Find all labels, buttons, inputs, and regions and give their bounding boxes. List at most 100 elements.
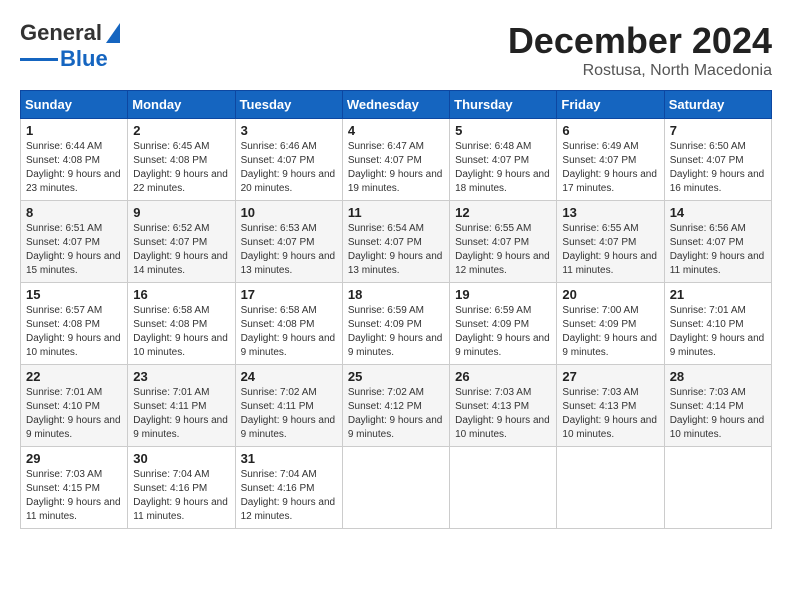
weekday-header-row: SundayMondayTuesdayWednesdayThursdayFrid… xyxy=(21,91,772,119)
day-cell: 26 Sunrise: 7:03 AM Sunset: 4:13 PM Dayl… xyxy=(450,365,557,447)
day-info: Sunrise: 7:04 AM Sunset: 4:16 PM Dayligh… xyxy=(133,468,229,524)
day-info: Sunrise: 7:02 AM Sunset: 4:12 PM Dayligh… xyxy=(348,386,444,442)
day-info: Sunrise: 6:47 AM Sunset: 4:07 PM Dayligh… xyxy=(348,140,444,196)
day-info: Sunrise: 6:53 AM Sunset: 4:07 PM Dayligh… xyxy=(241,222,337,278)
day-info: Sunrise: 6:49 AM Sunset: 4:07 PM Dayligh… xyxy=(562,140,658,196)
day-cell: 25 Sunrise: 7:02 AM Sunset: 4:12 PM Dayl… xyxy=(342,365,449,447)
day-cell: 23 Sunrise: 7:01 AM Sunset: 4:11 PM Dayl… xyxy=(128,365,235,447)
day-number: 11 xyxy=(348,205,444,220)
day-info: Sunrise: 6:55 AM Sunset: 4:07 PM Dayligh… xyxy=(562,222,658,278)
week-row-3: 15 Sunrise: 6:57 AM Sunset: 4:08 PM Dayl… xyxy=(21,283,772,365)
week-row-1: 1 Sunrise: 6:44 AM Sunset: 4:08 PM Dayli… xyxy=(21,119,772,201)
month-title: December 2024 xyxy=(508,20,772,62)
day-number: 17 xyxy=(241,287,337,302)
day-number: 14 xyxy=(670,205,766,220)
day-number: 4 xyxy=(348,123,444,138)
day-info: Sunrise: 7:03 AM Sunset: 4:14 PM Dayligh… xyxy=(670,386,766,442)
day-info: Sunrise: 7:03 AM Sunset: 4:13 PM Dayligh… xyxy=(455,386,551,442)
day-number: 29 xyxy=(26,451,122,466)
day-cell: 15 Sunrise: 6:57 AM Sunset: 4:08 PM Dayl… xyxy=(21,283,128,365)
day-info: Sunrise: 7:03 AM Sunset: 4:13 PM Dayligh… xyxy=(562,386,658,442)
day-number: 7 xyxy=(670,123,766,138)
day-number: 5 xyxy=(455,123,551,138)
day-number: 8 xyxy=(26,205,122,220)
day-cell: 24 Sunrise: 7:02 AM Sunset: 4:11 PM Dayl… xyxy=(235,365,342,447)
day-info: Sunrise: 6:55 AM Sunset: 4:07 PM Dayligh… xyxy=(455,222,551,278)
day-cell: 29 Sunrise: 7:03 AM Sunset: 4:15 PM Dayl… xyxy=(21,447,128,529)
weekday-header-monday: Monday xyxy=(128,91,235,119)
day-number: 25 xyxy=(348,369,444,384)
day-cell: 20 Sunrise: 7:00 AM Sunset: 4:09 PM Dayl… xyxy=(557,283,664,365)
day-number: 22 xyxy=(26,369,122,384)
day-info: Sunrise: 6:51 AM Sunset: 4:07 PM Dayligh… xyxy=(26,222,122,278)
day-info: Sunrise: 7:03 AM Sunset: 4:15 PM Dayligh… xyxy=(26,468,122,524)
day-cell: 12 Sunrise: 6:55 AM Sunset: 4:07 PM Dayl… xyxy=(450,201,557,283)
day-cell: 9 Sunrise: 6:52 AM Sunset: 4:07 PM Dayli… xyxy=(128,201,235,283)
day-info: Sunrise: 6:59 AM Sunset: 4:09 PM Dayligh… xyxy=(455,304,551,360)
weekday-header-wednesday: Wednesday xyxy=(342,91,449,119)
day-number: 18 xyxy=(348,287,444,302)
day-info: Sunrise: 6:46 AM Sunset: 4:07 PM Dayligh… xyxy=(241,140,337,196)
day-info: Sunrise: 6:45 AM Sunset: 4:08 PM Dayligh… xyxy=(133,140,229,196)
day-number: 23 xyxy=(133,369,229,384)
day-number: 26 xyxy=(455,369,551,384)
day-info: Sunrise: 6:54 AM Sunset: 4:07 PM Dayligh… xyxy=(348,222,444,278)
day-number: 12 xyxy=(455,205,551,220)
day-cell: 6 Sunrise: 6:49 AM Sunset: 4:07 PM Dayli… xyxy=(557,119,664,201)
day-cell: 17 Sunrise: 6:58 AM Sunset: 4:08 PM Dayl… xyxy=(235,283,342,365)
day-info: Sunrise: 6:52 AM Sunset: 4:07 PM Dayligh… xyxy=(133,222,229,278)
day-info: Sunrise: 6:56 AM Sunset: 4:07 PM Dayligh… xyxy=(670,222,766,278)
day-cell: 1 Sunrise: 6:44 AM Sunset: 4:08 PM Dayli… xyxy=(21,119,128,201)
day-cell: 13 Sunrise: 6:55 AM Sunset: 4:07 PM Dayl… xyxy=(557,201,664,283)
day-info: Sunrise: 6:48 AM Sunset: 4:07 PM Dayligh… xyxy=(455,140,551,196)
logo: General Blue xyxy=(20,20,120,72)
day-cell: 5 Sunrise: 6:48 AM Sunset: 4:07 PM Dayli… xyxy=(450,119,557,201)
day-cell: 8 Sunrise: 6:51 AM Sunset: 4:07 PM Dayli… xyxy=(21,201,128,283)
calendar-table: SundayMondayTuesdayWednesdayThursdayFrid… xyxy=(20,90,772,529)
day-cell: 27 Sunrise: 7:03 AM Sunset: 4:13 PM Dayl… xyxy=(557,365,664,447)
title-section: December 2024 Rostusa, North Macedonia xyxy=(508,20,772,80)
day-cell: 3 Sunrise: 6:46 AM Sunset: 4:07 PM Dayli… xyxy=(235,119,342,201)
day-cell: 21 Sunrise: 7:01 AM Sunset: 4:10 PM Dayl… xyxy=(664,283,771,365)
day-number: 28 xyxy=(670,369,766,384)
day-cell: 10 Sunrise: 6:53 AM Sunset: 4:07 PM Dayl… xyxy=(235,201,342,283)
day-number: 20 xyxy=(562,287,658,302)
day-number: 10 xyxy=(241,205,337,220)
day-cell: 14 Sunrise: 6:56 AM Sunset: 4:07 PM Dayl… xyxy=(664,201,771,283)
day-info: Sunrise: 6:59 AM Sunset: 4:09 PM Dayligh… xyxy=(348,304,444,360)
day-number: 27 xyxy=(562,369,658,384)
day-cell xyxy=(342,447,449,529)
day-number: 19 xyxy=(455,287,551,302)
weekday-header-saturday: Saturday xyxy=(664,91,771,119)
day-cell: 28 Sunrise: 7:03 AM Sunset: 4:14 PM Dayl… xyxy=(664,365,771,447)
day-cell: 30 Sunrise: 7:04 AM Sunset: 4:16 PM Dayl… xyxy=(128,447,235,529)
day-number: 21 xyxy=(670,287,766,302)
logo-blue-text: Blue xyxy=(60,46,108,72)
day-cell: 22 Sunrise: 7:01 AM Sunset: 4:10 PM Dayl… xyxy=(21,365,128,447)
logo-general-text: General xyxy=(20,20,102,46)
day-number: 15 xyxy=(26,287,122,302)
day-number: 24 xyxy=(241,369,337,384)
location-title: Rostusa, North Macedonia xyxy=(508,62,772,80)
logo-triangle-icon xyxy=(106,23,120,43)
day-number: 6 xyxy=(562,123,658,138)
day-number: 30 xyxy=(133,451,229,466)
day-number: 1 xyxy=(26,123,122,138)
day-info: Sunrise: 6:58 AM Sunset: 4:08 PM Dayligh… xyxy=(241,304,337,360)
weekday-header-sunday: Sunday xyxy=(21,91,128,119)
day-cell: 11 Sunrise: 6:54 AM Sunset: 4:07 PM Dayl… xyxy=(342,201,449,283)
day-cell: 31 Sunrise: 7:04 AM Sunset: 4:16 PM Dayl… xyxy=(235,447,342,529)
day-cell: 2 Sunrise: 6:45 AM Sunset: 4:08 PM Dayli… xyxy=(128,119,235,201)
day-info: Sunrise: 7:01 AM Sunset: 4:10 PM Dayligh… xyxy=(670,304,766,360)
day-info: Sunrise: 6:50 AM Sunset: 4:07 PM Dayligh… xyxy=(670,140,766,196)
day-info: Sunrise: 7:00 AM Sunset: 4:09 PM Dayligh… xyxy=(562,304,658,360)
day-info: Sunrise: 6:44 AM Sunset: 4:08 PM Dayligh… xyxy=(26,140,122,196)
day-cell: 4 Sunrise: 6:47 AM Sunset: 4:07 PM Dayli… xyxy=(342,119,449,201)
day-cell xyxy=(450,447,557,529)
day-info: Sunrise: 7:01 AM Sunset: 4:10 PM Dayligh… xyxy=(26,386,122,442)
day-cell: 7 Sunrise: 6:50 AM Sunset: 4:07 PM Dayli… xyxy=(664,119,771,201)
day-info: Sunrise: 6:57 AM Sunset: 4:08 PM Dayligh… xyxy=(26,304,122,360)
day-cell xyxy=(557,447,664,529)
week-row-2: 8 Sunrise: 6:51 AM Sunset: 4:07 PM Dayli… xyxy=(21,201,772,283)
day-number: 3 xyxy=(241,123,337,138)
